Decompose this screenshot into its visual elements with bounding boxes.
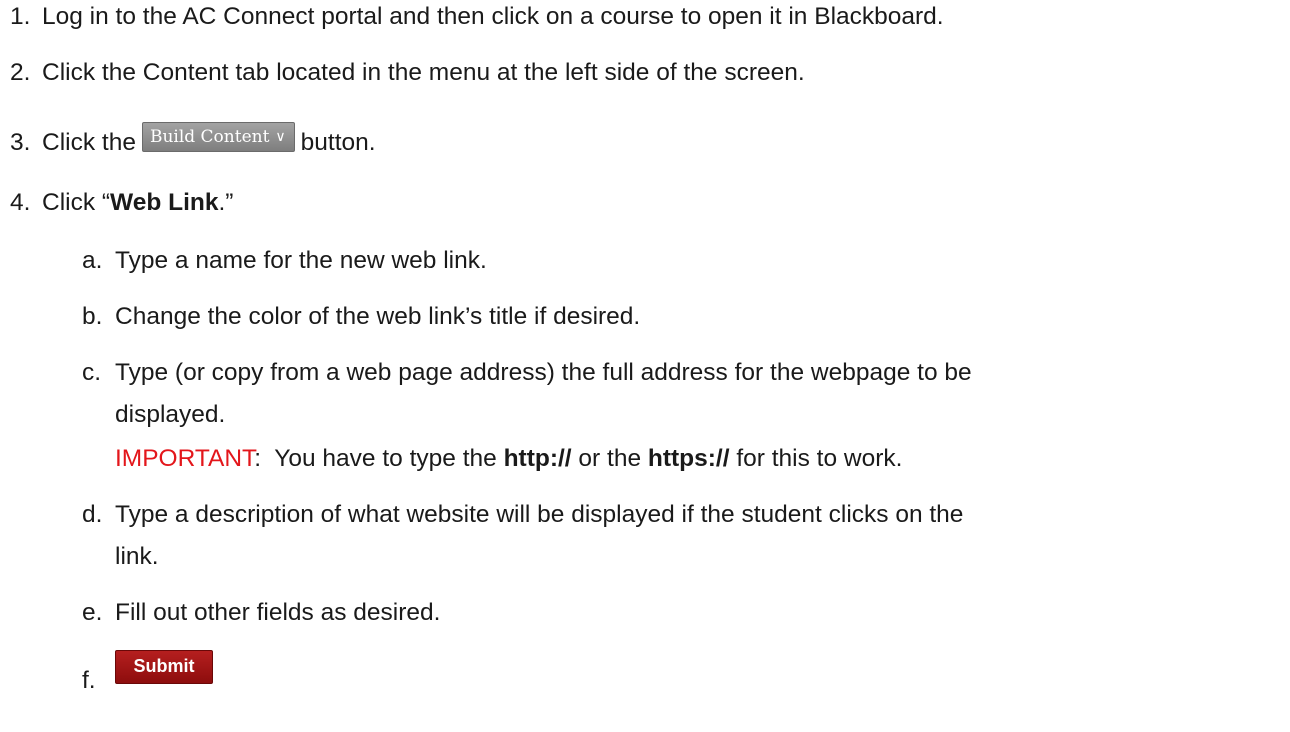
- substep-label: d.: [82, 501, 103, 528]
- important-post: for this to work.: [729, 445, 903, 472]
- chevron-down-icon: ∨: [275, 129, 286, 145]
- substep-text: Fill out other fields as desired.: [115, 599, 441, 626]
- substep-text-line1: Type a description of what website will …: [115, 501, 964, 528]
- substep-label: b.: [82, 303, 103, 330]
- substep-text: Change the color of the web link’s title…: [115, 303, 641, 330]
- https-term: https://: [647, 445, 730, 472]
- web-link-term: Web Link: [110, 189, 219, 216]
- http-term: http://: [503, 445, 572, 472]
- important-or: or the: [571, 445, 648, 472]
- step-text-after: .”: [218, 189, 234, 216]
- substep-text-line2: displayed.: [115, 401, 226, 428]
- substep-label: f.: [82, 667, 96, 694]
- step-text-before: Click the: [42, 129, 136, 156]
- step-number: 2.: [10, 59, 31, 86]
- step-text: Log in to the AC Connect portal and then…: [42, 3, 944, 30]
- step-number: 4.: [10, 189, 31, 216]
- substep-label: c.: [82, 359, 102, 386]
- substep-text: Type a name for the new web link.: [115, 247, 487, 274]
- submit-button[interactable]: Submit: [115, 650, 213, 684]
- step-text: Click the Content tab located in the men…: [42, 59, 805, 86]
- build-content-label: Build Content: [149, 127, 270, 147]
- important-pre: : You have to type the: [254, 445, 504, 472]
- step-number: 1.: [10, 3, 31, 30]
- substep-label: e.: [82, 599, 103, 626]
- substep-text-line1: Type (or copy from a web page address) t…: [115, 359, 972, 386]
- important-note-text: IMPORTANT: You have to type the http:// …: [115, 444, 902, 474]
- step-text-container: Click the Build Content ∨ button.: [42, 122, 376, 160]
- build-content-button[interactable]: Build Content ∨: [141, 122, 295, 152]
- step-text-after: button.: [300, 129, 376, 156]
- step-number: 3.: [10, 129, 31, 156]
- step-text-container: Click “Web Link.”: [42, 188, 233, 218]
- step-text-before: Click “: [42, 189, 111, 216]
- important-label: IMPORTANT: [115, 445, 255, 472]
- substep-label: a.: [82, 247, 103, 274]
- substep-text-line2: link.: [115, 543, 159, 570]
